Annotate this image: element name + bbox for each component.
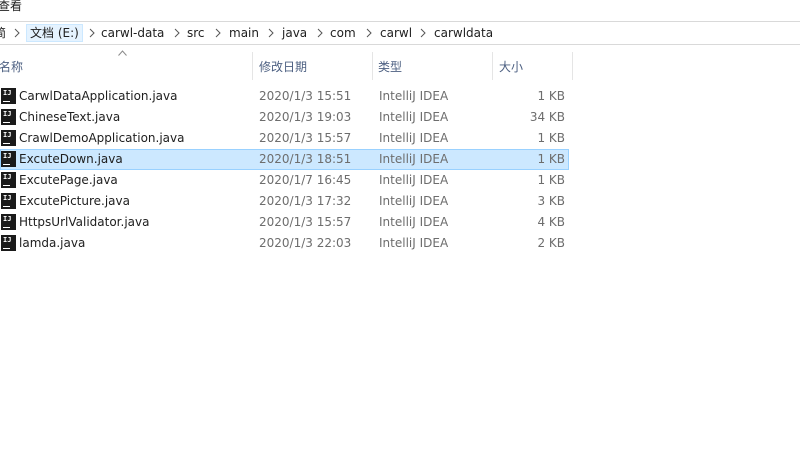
file-name: ExcuteDown.java — [19, 152, 123, 166]
file-row[interactable]: IJ CrawlDemoApplication.java 2020/1/3 15… — [0, 128, 569, 149]
file-size: 3 KB — [537, 194, 565, 208]
column-divider[interactable] — [572, 52, 573, 80]
file-size: 1 KB — [537, 173, 565, 187]
column-header-type[interactable]: 类型 — [378, 58, 402, 76]
file-size: 34 KB — [529, 110, 565, 124]
file-name: lamda.java — [19, 236, 86, 250]
file-size: 2 KB — [537, 236, 565, 250]
file-row-selected[interactable]: IJ ExcuteDown.java 2020/1/3 18:51 Intell… — [0, 149, 569, 170]
file-date: 2020/1/3 17:32 — [259, 194, 352, 208]
breadcrumb-item-drive[interactable]: 文档 (E:) — [26, 24, 83, 42]
chevron-right-icon[interactable] — [316, 26, 324, 40]
column-header-size[interactable]: 大小 — [499, 58, 523, 76]
file-row[interactable]: IJ ChineseText.java 2020/1/3 19:03 Intel… — [0, 107, 569, 128]
intellij-java-file-icon: IJ — [1, 130, 16, 146]
column-divider[interactable] — [252, 52, 253, 80]
file-size: 1 KB — [537, 152, 565, 166]
breadcrumb-item-main[interactable]: main — [229, 25, 259, 41]
file-type: IntelliJ IDEA — [379, 215, 449, 229]
file-type: IntelliJ IDEA — [379, 89, 449, 103]
file-date: 2020/1/3 18:51 — [259, 152, 352, 166]
file-type: IntelliJ IDEA — [379, 236, 449, 250]
file-row[interactable]: IJ HttpsUrlValidator.java 2020/1/3 15:57… — [0, 212, 569, 233]
file-date: 2020/1/3 15:57 — [259, 131, 352, 145]
file-row[interactable]: IJ ExcutePicture.java 2020/1/3 17:32 Int… — [0, 191, 569, 212]
breadcrumb-item-carwl[interactable]: carwl — [380, 25, 412, 41]
breadcrumb-item-partial[interactable]: 简 — [0, 25, 6, 41]
address-bar[interactable]: 简 文档 (E:) carwl-data src main java com c… — [0, 21, 800, 45]
file-name: ExcutePicture.java — [19, 194, 130, 208]
file-row[interactable]: IJ CarwlDataApplication.java 2020/1/3 15… — [0, 86, 569, 107]
file-date: 2020/1/3 19:03 — [259, 110, 352, 124]
file-size: 4 KB — [537, 215, 565, 229]
ribbon-tab-strip: 查看 — [0, 0, 800, 17]
chevron-right-icon[interactable] — [88, 26, 96, 40]
chevron-right-icon[interactable] — [365, 26, 373, 40]
column-divider[interactable] — [372, 52, 373, 80]
intellij-java-file-icon: IJ — [1, 235, 16, 251]
file-date: 2020/1/3 15:57 — [259, 215, 352, 229]
chevron-right-icon[interactable] — [419, 26, 427, 40]
file-name: CarwlDataApplication.java — [19, 89, 178, 103]
file-date: 2020/1/3 15:51 — [259, 89, 352, 103]
column-header-date[interactable]: 修改日期 — [259, 58, 307, 76]
intellij-java-file-icon: IJ — [1, 88, 16, 104]
file-type: IntelliJ IDEA — [379, 131, 449, 145]
file-date: 2020/1/7 16:45 — [259, 173, 352, 187]
intellij-java-file-icon: IJ — [1, 109, 16, 125]
chevron-right-icon[interactable] — [214, 26, 222, 40]
chevron-right-icon[interactable] — [267, 26, 275, 40]
file-row[interactable]: IJ ExcutePage.java 2020/1/7 16:45 Intell… — [0, 170, 569, 191]
file-row[interactable]: IJ lamda.java 2020/1/3 22:03 IntelliJ ID… — [0, 233, 569, 254]
breadcrumb-item-com[interactable]: com — [330, 25, 356, 41]
chevron-right-icon[interactable] — [173, 26, 181, 40]
breadcrumb-item-java[interactable]: java — [282, 25, 307, 41]
file-size: 1 KB — [537, 131, 565, 145]
file-type: IntelliJ IDEA — [379, 110, 449, 124]
column-header-row: 名称 修改日期 类型 大小 — [0, 50, 800, 82]
breadcrumb-item-carwl-data[interactable]: carwl-data — [101, 25, 164, 41]
intellij-java-file-icon: IJ — [1, 172, 16, 188]
file-type: IntelliJ IDEA — [379, 194, 449, 208]
file-type: IntelliJ IDEA — [379, 173, 449, 187]
intellij-java-file-icon: IJ — [1, 193, 16, 209]
file-name: ChineseText.java — [19, 110, 121, 124]
file-name: CrawlDemoApplication.java — [19, 131, 185, 145]
intellij-java-file-icon: IJ — [1, 214, 16, 230]
column-divider[interactable] — [492, 52, 493, 80]
chevron-right-icon[interactable] — [13, 26, 21, 40]
breadcrumb-item-src[interactable]: src — [187, 25, 205, 41]
breadcrumb-item-carwldata[interactable]: carwldata — [434, 25, 493, 41]
file-size: 1 KB — [537, 89, 565, 103]
file-date: 2020/1/3 22:03 — [259, 236, 352, 250]
file-type: IntelliJ IDEA — [379, 152, 449, 166]
intellij-java-file-icon: IJ — [1, 151, 16, 167]
file-name: HttpsUrlValidator.java — [19, 215, 150, 229]
view-menu-tab[interactable]: 查看 — [0, 0, 22, 14]
file-name: ExcutePage.java — [19, 173, 118, 187]
column-header-name[interactable]: 名称 — [0, 58, 23, 76]
